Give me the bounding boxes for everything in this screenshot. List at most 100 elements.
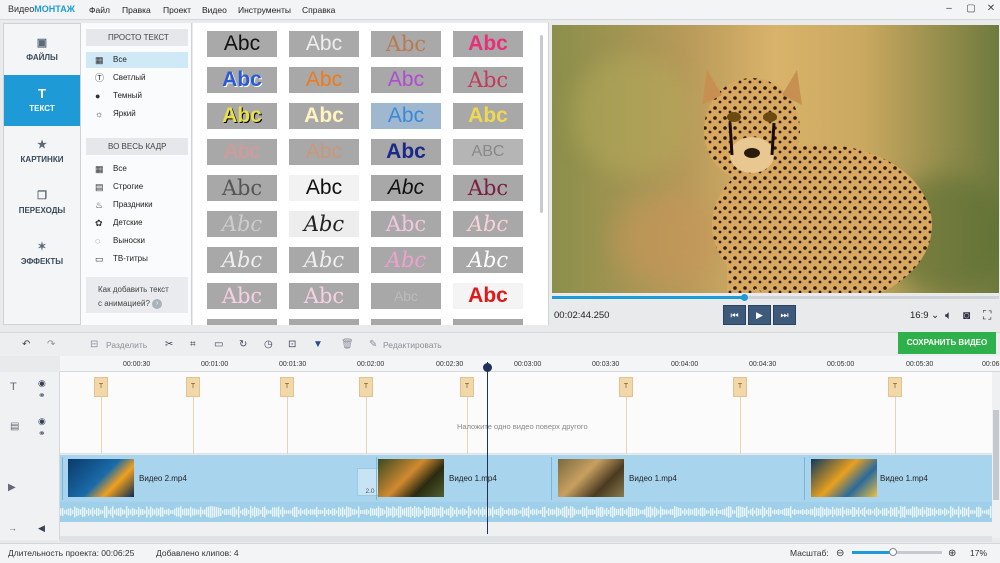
eye-icon[interactable]: ◉ — [38, 378, 46, 389]
text-marker[interactable]: T — [619, 377, 633, 397]
style-tile[interactable]: Abc — [207, 247, 277, 273]
style-tile[interactable]: Abc — [289, 31, 359, 57]
style-tile[interactable]: Abc — [371, 103, 441, 129]
nav-effects[interactable]: ✶ ЭФФЕКТЫ — [4, 228, 80, 279]
style-tile[interactable]: Abc — [289, 103, 359, 129]
style-tile[interactable]: Abc — [371, 67, 441, 93]
category-kids[interactable]: ✿ Детские — [86, 215, 188, 231]
text-marker[interactable]: T — [733, 377, 747, 397]
skip-back-button[interactable]: ⏮ — [723, 305, 746, 325]
speed-icon[interactable]: ◷ — [264, 339, 273, 350]
style-tile[interactable]: Abc — [453, 31, 523, 57]
style-tile[interactable]: ABC — [453, 139, 523, 165]
minimize-icon[interactable]: – — [942, 3, 956, 17]
zoom-slider-handle[interactable] — [888, 548, 897, 556]
style-tile[interactable] — [289, 319, 359, 325]
nav-files[interactable]: ▣ ФАЙЛЫ — [4, 24, 80, 75]
zoom-out-icon[interactable]: ⊖ — [836, 548, 844, 559]
redo-icon[interactable]: ↷ — [47, 339, 55, 350]
text-marker[interactable]: T — [186, 377, 200, 397]
frame-icon[interactable]: ▭ — [214, 339, 223, 350]
menu-project[interactable]: Проект — [163, 5, 191, 15]
playhead-handle[interactable] — [483, 363, 492, 372]
undo-icon[interactable]: ↶ — [22, 339, 30, 350]
style-tile[interactable] — [371, 319, 441, 325]
style-tile[interactable]: Abc — [371, 139, 441, 165]
category-holidays[interactable]: ♨ Праздники — [86, 197, 188, 213]
howto-animation-link[interactable]: Как добавить текст с анимацией? › — [86, 277, 188, 313]
styles-scrollbar[interactable] — [540, 35, 543, 213]
link-icon[interactable]: ⚭ — [38, 428, 46, 439]
style-tile[interactable]: Abc — [453, 211, 523, 237]
category-bright[interactable]: ☼ Яркий — [86, 106, 188, 122]
style-tile[interactable]: Abc — [289, 175, 359, 201]
skip-forward-button[interactable]: ⏭ — [773, 305, 796, 325]
nav-text[interactable]: T ТЕКСТ — [4, 75, 80, 126]
aspect-ratio-select[interactable]: 16:9 ⌄ — [910, 310, 939, 321]
menu-tools[interactable]: Инструменты — [238, 5, 291, 15]
maximize-icon[interactable]: ▢ — [964, 3, 978, 17]
volume-icon[interactable]: 🔈︎ — [945, 308, 952, 323]
style-tile[interactable]: Abc — [207, 175, 277, 201]
timeline-playhead[interactable] — [487, 362, 488, 534]
style-tile[interactable]: Abc — [453, 103, 523, 129]
text-insert-icon[interactable]: ▼ — [313, 339, 323, 350]
stabilize-icon[interactable]: ⊡ — [288, 339, 296, 350]
style-tile[interactable]: Abc — [371, 283, 441, 309]
nav-transitions[interactable]: ❐ ПЕРЕХОДЫ — [4, 177, 80, 228]
edit-button[interactable]: Редактировать — [383, 340, 442, 350]
music-track[interactable] — [60, 522, 992, 536]
link-icon[interactable]: ⚭ — [38, 390, 46, 401]
rotate-icon[interactable]: ↻ — [239, 339, 247, 350]
category-simple-all[interactable]: ▦ Все — [86, 52, 188, 68]
style-tile[interactable]: Abc — [453, 283, 523, 309]
style-tile[interactable]: Abc — [371, 211, 441, 237]
timeline-hscroll[interactable] — [60, 536, 992, 542]
style-tile[interactable] — [207, 319, 277, 325]
menu-help[interactable]: Справка — [302, 5, 335, 15]
playback-progress-handle[interactable] — [741, 294, 749, 301]
timeline-ruler[interactable]: 00:00:30 00:01:00 00:01:30 00:02:00 00:0… — [60, 356, 1000, 372]
category-dark[interactable]: ● Темный — [86, 88, 188, 104]
category-strict[interactable]: ▤ Строгие — [86, 179, 188, 195]
play-button[interactable]: ▶ — [748, 305, 771, 325]
split-icon[interactable]: ⊟ — [90, 339, 98, 350]
speaker-icon[interactable]: ◀ — [38, 523, 45, 534]
text-marker[interactable]: T — [460, 377, 474, 397]
style-tile[interactable]: Abc — [207, 103, 277, 129]
nav-pictures[interactable]: ★ КАРТИНКИ — [4, 126, 80, 177]
category-frame-all[interactable]: ▦ Все — [86, 161, 188, 177]
menu-video[interactable]: Видео — [202, 5, 227, 15]
text-marker[interactable]: T — [280, 377, 294, 397]
style-tile[interactable]: Abc — [207, 283, 277, 309]
style-tile[interactable]: Abc — [289, 67, 359, 93]
style-tile[interactable] — [453, 319, 523, 325]
style-tile[interactable]: Abc — [289, 283, 359, 309]
save-video-button[interactable]: СОХРАНИТЬ ВИДЕО — [898, 332, 996, 354]
style-tile[interactable]: Abc — [289, 211, 359, 237]
style-tile[interactable]: Abc — [207, 67, 277, 93]
style-tile[interactable]: Abc — [207, 31, 277, 57]
style-tile[interactable]: Abc — [453, 175, 523, 201]
timeline-vscroll-thumb[interactable] — [993, 410, 999, 500]
style-tile[interactable]: Abc — [289, 247, 359, 273]
text-marker[interactable]: T — [888, 377, 902, 397]
style-tile[interactable]: Abc — [371, 247, 441, 273]
fullscreen-icon[interactable]: ⛶ — [983, 308, 991, 323]
style-tile[interactable]: Abc — [371, 175, 441, 201]
eye-icon[interactable]: ◉ — [38, 416, 46, 427]
zoom-in-icon[interactable]: ⊕ — [948, 548, 956, 559]
text-marker[interactable]: T — [94, 377, 108, 397]
style-tile[interactable]: Abc — [453, 247, 523, 273]
menu-file[interactable]: Файл — [89, 5, 110, 15]
trash-icon[interactable]: 🗑︎ — [341, 339, 354, 350]
category-callouts[interactable]: ◌ Выноски — [86, 233, 188, 249]
style-tile[interactable]: Abc — [371, 31, 441, 57]
category-light[interactable]: Ⓣ Светлый — [86, 70, 188, 86]
pencil-icon[interactable]: ✎ — [369, 339, 377, 350]
scissors-icon[interactable]: ✂ — [165, 339, 173, 350]
close-icon[interactable]: ✕ — [984, 3, 998, 17]
category-tv-titles[interactable]: ▭ ТВ-титры — [86, 251, 188, 267]
camera-icon[interactable]: ◙ — [963, 308, 970, 322]
style-tile[interactable]: Abc — [207, 139, 277, 165]
